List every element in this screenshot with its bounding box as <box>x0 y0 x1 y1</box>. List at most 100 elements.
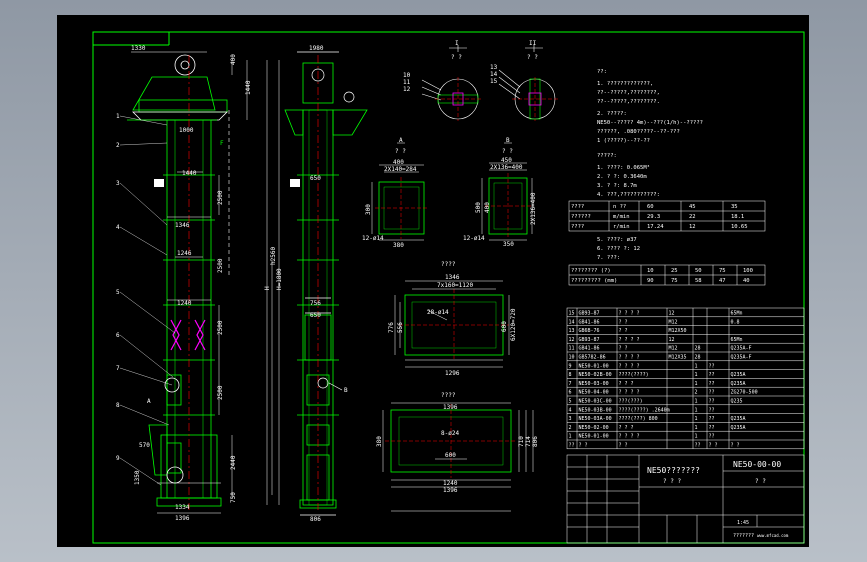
title-code-sub: ? ? <box>755 478 766 485</box>
parts-list-cell: 1 <box>695 434 698 440</box>
cad-viewport[interactable]: 1330 400 1440 1000 F 1440 1346 1246 1240… <box>0 0 867 562</box>
size-table-cell: 10 <box>647 268 654 274</box>
callout-3: 3 <box>116 180 120 187</box>
parts-list-cell: NE50-03-00 <box>579 381 609 387</box>
speed-table-cell: 29.3 <box>647 214 660 220</box>
notes2-line-3: 7. ???: <box>597 255 620 261</box>
callout-1: 1 <box>116 113 120 120</box>
dim-2500-d: 2500 <box>217 258 224 273</box>
section-2-sub: ? ? <box>527 54 538 61</box>
label-b: B <box>344 387 348 394</box>
section-2-tag-15: 15 <box>490 78 498 85</box>
parts-list-cell: M12 <box>669 346 678 352</box>
parts-list-cell: 9 <box>569 363 572 369</box>
size-table-cell: 47 <box>719 278 726 284</box>
view-b-title: B <box>506 137 510 144</box>
top-flange-h2: 556 <box>397 322 404 333</box>
parts-list-cell: ?? <box>709 407 715 413</box>
view-b-h2: 400 <box>484 202 491 213</box>
bottom-flange-label: 8-ø24 <box>441 430 459 437</box>
parts-list-cell: ? ? ? ? <box>619 363 640 369</box>
parts-list-cell: ?? <box>709 416 715 422</box>
notes-line-9: 1. ????: 0.065M³ <box>597 164 650 171</box>
view-b-foot: 12-ø14 <box>463 235 485 242</box>
dim-bottom-2440: 2440 <box>230 455 237 470</box>
parts-list-cell: 10 <box>569 355 575 361</box>
notes-line-4: 2. ?????: <box>597 111 627 117</box>
dim-1440: 1440 <box>182 170 197 177</box>
parts-list-cell: NE50-03B-00 <box>579 407 612 413</box>
bottom-flange-title: ???? <box>441 392 456 399</box>
parts-list-cell: ? ? <box>579 443 588 449</box>
parts-list-cell: 1 <box>695 363 698 369</box>
callout-4: 4 <box>116 224 120 231</box>
drawing-sheet: 1330 400 1440 1000 F 1440 1346 1246 1240… <box>57 15 809 547</box>
notes2-line-1: 5. ????: ø37 <box>597 237 637 243</box>
notes-line-6: ??????, .080?????--??-??? <box>597 129 680 135</box>
parts-list-cell: Q235A <box>731 425 746 431</box>
parts-list-cell: ?? <box>709 363 715 369</box>
parts-list-cell: NE50-02B-00 <box>579 372 612 378</box>
callout-2: 2 <box>116 142 120 149</box>
parts-list-cell: 4 <box>569 407 572 413</box>
dim-1346: 1346 <box>175 222 190 229</box>
parts-list-cell: 8 <box>569 372 572 378</box>
parts-list-cell: M12X50 <box>669 328 687 334</box>
dim-1396: 1396 <box>175 515 190 522</box>
parts-list-cell: ?? <box>709 381 715 387</box>
size-table: ???????? (?) 10 25 50 75 100 ????????? (mm) 90 7… <box>568 264 766 286</box>
parts-list-cell: 6 <box>569 390 572 396</box>
view-a-side: 380 <box>393 242 404 249</box>
parts-list-cell: 1 <box>569 434 572 440</box>
parts-list-cell: NE50-04-00 <box>579 390 609 396</box>
dim-top-h1: 400 <box>230 54 237 65</box>
section-1-tag-11: 11 <box>403 79 411 86</box>
notes-line-11: 3. ? ?: 8.7m <box>597 183 637 189</box>
dim-2500-a: 2500 <box>217 190 224 205</box>
section-2-tag-14: 14 <box>490 71 498 78</box>
side-dim-lower: 756 <box>310 300 321 307</box>
view-a-holes: 2X140=284 <box>384 166 417 173</box>
parts-list-cell: ?? <box>709 425 715 431</box>
bottom-flange-view: ???? 1396 8-ø24 380 600 1240 1396 710 71… <box>376 392 539 512</box>
parts-list-cell: Q235A-F <box>731 346 752 352</box>
parts-list-cell: 0.8 <box>731 319 740 325</box>
view-b-w: 450 <box>501 157 512 164</box>
parts-list-cell: 28 <box>695 355 701 361</box>
view-a-title: A <box>399 137 403 144</box>
callout-8: 8 <box>116 402 120 409</box>
parts-list-cell: GB93-87 <box>579 311 600 317</box>
parts-list-cell: Q235 <box>731 399 743 405</box>
notes-line-8: ?????: <box>597 153 617 159</box>
parts-list-cell: ? ? ? <box>619 381 634 387</box>
size-table-cell: 25 <box>671 268 678 274</box>
parts-list-cell: ZG270-500 <box>731 390 758 396</box>
view-b-h: 500 <box>475 202 482 213</box>
parts-list-cell: ? ? <box>619 346 628 352</box>
bottom-flange-w3: 1396 <box>443 487 458 494</box>
bottom-flange-w2: 1240 <box>443 480 458 487</box>
parts-list-cell: 2 <box>569 425 572 431</box>
top-flange-h1: 776 <box>388 322 395 333</box>
parts-list-cell: ?? <box>695 443 701 449</box>
parts-list-cell: ?? <box>709 434 715 440</box>
view-a-sub: ? ? <box>395 148 406 155</box>
parts-list-cell: 1 <box>695 425 698 431</box>
dim-1240: 1240 <box>177 300 192 307</box>
parts-list-cell: ? ? <box>709 443 718 449</box>
speed-table-cell: 22 <box>689 214 696 220</box>
dim-2500-c: 2500 <box>217 385 224 400</box>
parts-list-cell: GB41-86 <box>579 319 600 325</box>
callout-9: 9 <box>116 455 120 462</box>
notes2-line-2: 6. ???? ?: 12 <box>597 246 640 252</box>
parts-list-cell: 7 <box>569 381 572 387</box>
speed-table-cell: ?????? <box>571 214 591 220</box>
side-dim-bottom: 806 <box>310 516 321 523</box>
dim-top-h2: 1440 <box>245 80 252 95</box>
section-1-title: I <box>455 40 459 47</box>
bottom-flange-h1: 380 <box>376 436 383 447</box>
parts-list-cell: GB93-87 <box>579 337 600 343</box>
parts-list-cell: Q235A <box>731 372 746 378</box>
speed-table-cell: n ?? <box>613 204 626 210</box>
parts-list-cell: NE50-01-00 <box>579 363 609 369</box>
